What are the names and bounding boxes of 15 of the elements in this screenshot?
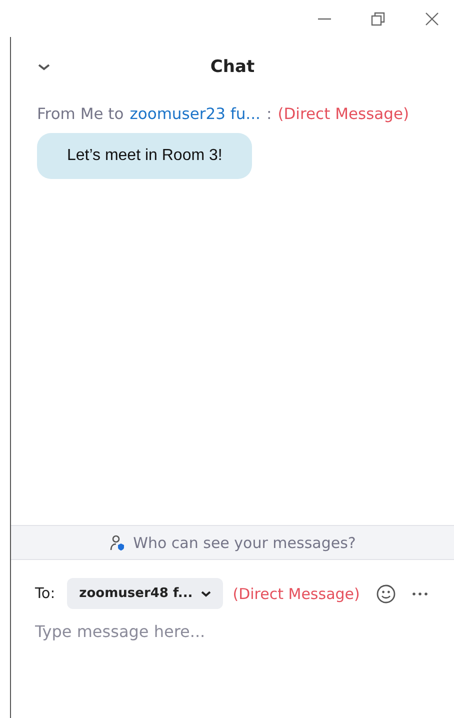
recipient-name: zoomuser23 fu... [130, 105, 260, 123]
close-icon[interactable] [424, 10, 440, 26]
to-label: To: [35, 586, 56, 602]
separator: : [266, 105, 272, 123]
collapse-chevron-icon[interactable] [37, 62, 51, 72]
sender-label: From Me to [37, 105, 124, 123]
more-icon[interactable] [412, 590, 428, 596]
restore-icon[interactable] [370, 10, 386, 26]
caret-icon [200, 590, 211, 598]
direct-message-tag: (Direct Message) [278, 105, 410, 123]
emoji-icon[interactable] [376, 584, 396, 604]
recipient-dropdown[interactable]: zoomuser48 f... [67, 578, 223, 609]
message-bubble: Let’s meet in Room 3! [37, 133, 252, 179]
panel-title: Chat [209, 57, 256, 77]
direct-message-tag: (Direct Message) [232, 584, 360, 602]
